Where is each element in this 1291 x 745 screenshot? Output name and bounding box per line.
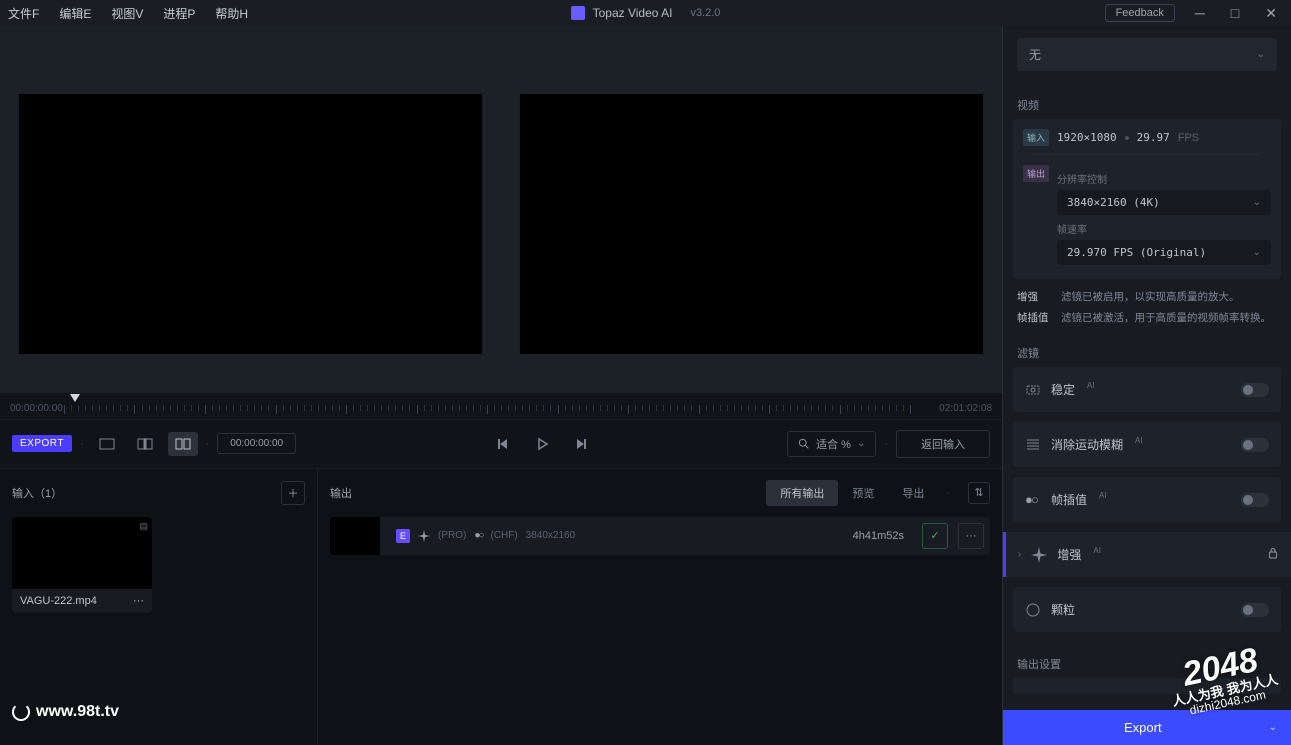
tab-all-outputs[interactable]: 所有输出 [766,480,838,506]
model-chf: (CHF) [490,530,517,541]
timeline-end: 02:01:02:08 [939,403,992,414]
output-tabs: 所有输出 预览 导出 [766,480,938,506]
input-fps: 29.97 [1137,131,1170,144]
export-button-small[interactable]: EXPORT [12,435,72,452]
input-thumbnail: ▤ [12,517,152,589]
frame-interp-icon: ●○ [474,530,482,541]
menu-edit[interactable]: 编辑E [59,5,91,22]
model-pro: (PRO) [438,530,466,541]
right-sidebar: 无⌄ 视频 输入 1920×1080 29.97 FPS 输出 分辨率控制 38… [1002,26,1291,745]
output-tag: 输出 [1023,165,1049,182]
menu-bar: 文件F 编辑E 视图V 进程P 帮助H [8,5,248,22]
zoom-dropdown[interactable]: 适合 % ⌄ [787,431,876,457]
playhead[interactable] [70,394,80,404]
play-icon[interactable] [527,432,557,456]
preview-area [0,26,1002,393]
app-version: v3.2.0 [690,7,720,19]
thumb-badge-icon: ▤ [139,521,148,532]
input-panel: 输入（1） ＋ ▤ VAGU-222.mp4 ··· [0,469,318,745]
export-button[interactable]: Export⌄ [1003,710,1291,745]
interp-toggle[interactable] [1241,493,1269,507]
control-bar: EXPORT · · 00:00:00:00 适合 % ⌄ · 返回输入 [0,419,1002,469]
inputs-title: 输入（1） [12,485,62,501]
app-logo-icon [571,6,585,20]
output-more-icon[interactable]: ··· [958,523,984,549]
input-more-icon[interactable]: ··· [133,595,144,607]
output-settings-card[interactable] [1013,678,1281,694]
stabilize-toggle[interactable] [1241,383,1269,397]
output-duration: 4h41m52s [853,530,912,542]
input-tag: 输入 [1023,129,1049,146]
filter-deblur[interactable]: 消除运动模糊AI [1013,422,1281,467]
stabilize-icon [1025,382,1041,398]
split-vertical-icon[interactable] [130,432,160,456]
close-icon[interactable]: ✕ [1259,1,1283,26]
filter-enhance[interactable]: › 增强AI [1003,532,1291,577]
fps-label: 帧速率 [1057,221,1271,236]
section-filter-label: 滤镜 [1017,345,1277,361]
crop-icon[interactable] [92,432,122,456]
resolution-label: 分辨率控制 [1057,171,1271,186]
feedback-button[interactable]: Feedback [1105,4,1175,22]
outputs-title: 输出 [330,485,352,501]
timeline-ticks[interactable] [64,405,910,415]
chevron-right-icon: › [1018,549,1021,560]
bottom-panels: 输入（1） ＋ ▤ VAGU-222.mp4 ··· 输出 [0,469,1002,745]
enhance-icon [1031,547,1047,563]
output-resolution: 3840x2160 [526,530,576,541]
add-input-button[interactable]: ＋ [281,481,305,505]
titlebar: 文件F 编辑E 视图V 进程P 帮助H Topaz Video AI v3.2.… [0,0,1291,26]
filter-grain[interactable]: 颗粒 [1013,587,1281,632]
side-by-side-icon[interactable] [168,432,198,456]
minimize-icon[interactable]: ─ [1189,1,1211,25]
preview-output[interactable] [519,93,984,355]
maximize-icon[interactable]: □ [1225,1,1245,25]
section-output-label: 输出设置 [1017,656,1277,672]
output-panel: 输出 所有输出 预览 导出 · ⇅ E [318,469,1002,745]
grain-icon [1025,602,1041,618]
grain-toggle[interactable] [1241,603,1269,617]
output-thumbnail [330,517,380,555]
menu-help[interactable]: 帮助H [215,5,248,22]
left-pane: 00:00:00:00 02:01:02:08 EXPORT · · 00:00… [0,26,1002,745]
section-video-label: 视频 [1017,97,1277,113]
lock-icon [1267,547,1279,562]
timecode-display[interactable]: 00:00:00:00 [217,433,296,454]
output-row[interactable]: E (PRO) ●○ (CHF) 3840x2160 4h41m52s ✓ ··… [330,517,990,555]
app-name: Topaz Video AI [593,6,673,20]
output-resolution-dropdown[interactable]: 3840×2160 (4K)⌄ [1057,190,1271,215]
preset-dropdown[interactable]: 无⌄ [1017,38,1277,71]
back-to-input-button[interactable]: 返回输入 [896,430,990,458]
input-resolution: 1920×1080 [1057,131,1117,144]
tab-preview[interactable]: 预览 [838,480,888,506]
interp-icon: ●○ [1025,492,1041,508]
tab-export[interactable]: 导出 [888,480,938,506]
deblur-toggle[interactable] [1241,438,1269,452]
deblur-icon [1025,437,1041,453]
timeline[interactable]: 00:00:00:00 02:01:02:08 [0,393,1002,419]
preview-input[interactable] [18,93,483,355]
input-filename: VAGU-222.mp4 [20,595,97,607]
output-fps-dropdown[interactable]: 29.970 FPS (Original)⌄ [1057,240,1271,265]
confirm-button[interactable]: ✓ [922,523,948,549]
enhance-note: 增强滤镜已被启用，以实现高质量的放大。 [1017,289,1277,304]
filter-interpolation[interactable]: ●○ 帧插值AI [1013,477,1281,522]
next-frame-icon[interactable] [565,432,595,456]
timeline-start: 00:00:00:00 [10,403,63,414]
prev-frame-icon[interactable] [489,432,519,456]
input-thumbnail-card[interactable]: ▤ VAGU-222.mp4 ··· [12,517,152,613]
menu-view[interactable]: 视图V [111,5,143,22]
menu-file[interactable]: 文件F [8,5,39,22]
sort-button[interactable]: ⇅ [968,482,990,504]
app-title: Topaz Video AI v3.2.0 [571,6,721,20]
menu-process[interactable]: 进程P [163,5,195,22]
video-info-card: 输入 1920×1080 29.97 FPS 输出 分辨率控制 3840×216… [1013,119,1281,279]
window-controls: Feedback ─ □ ✕ [1105,1,1283,26]
sparkle-icon [418,530,430,542]
enhance-chip: E [396,529,410,543]
filter-stabilize[interactable]: 稳定AI [1013,367,1281,412]
interp-note: 帧插值滤镜已被激活，用于高质量的视频帧率转换。 [1017,310,1277,325]
